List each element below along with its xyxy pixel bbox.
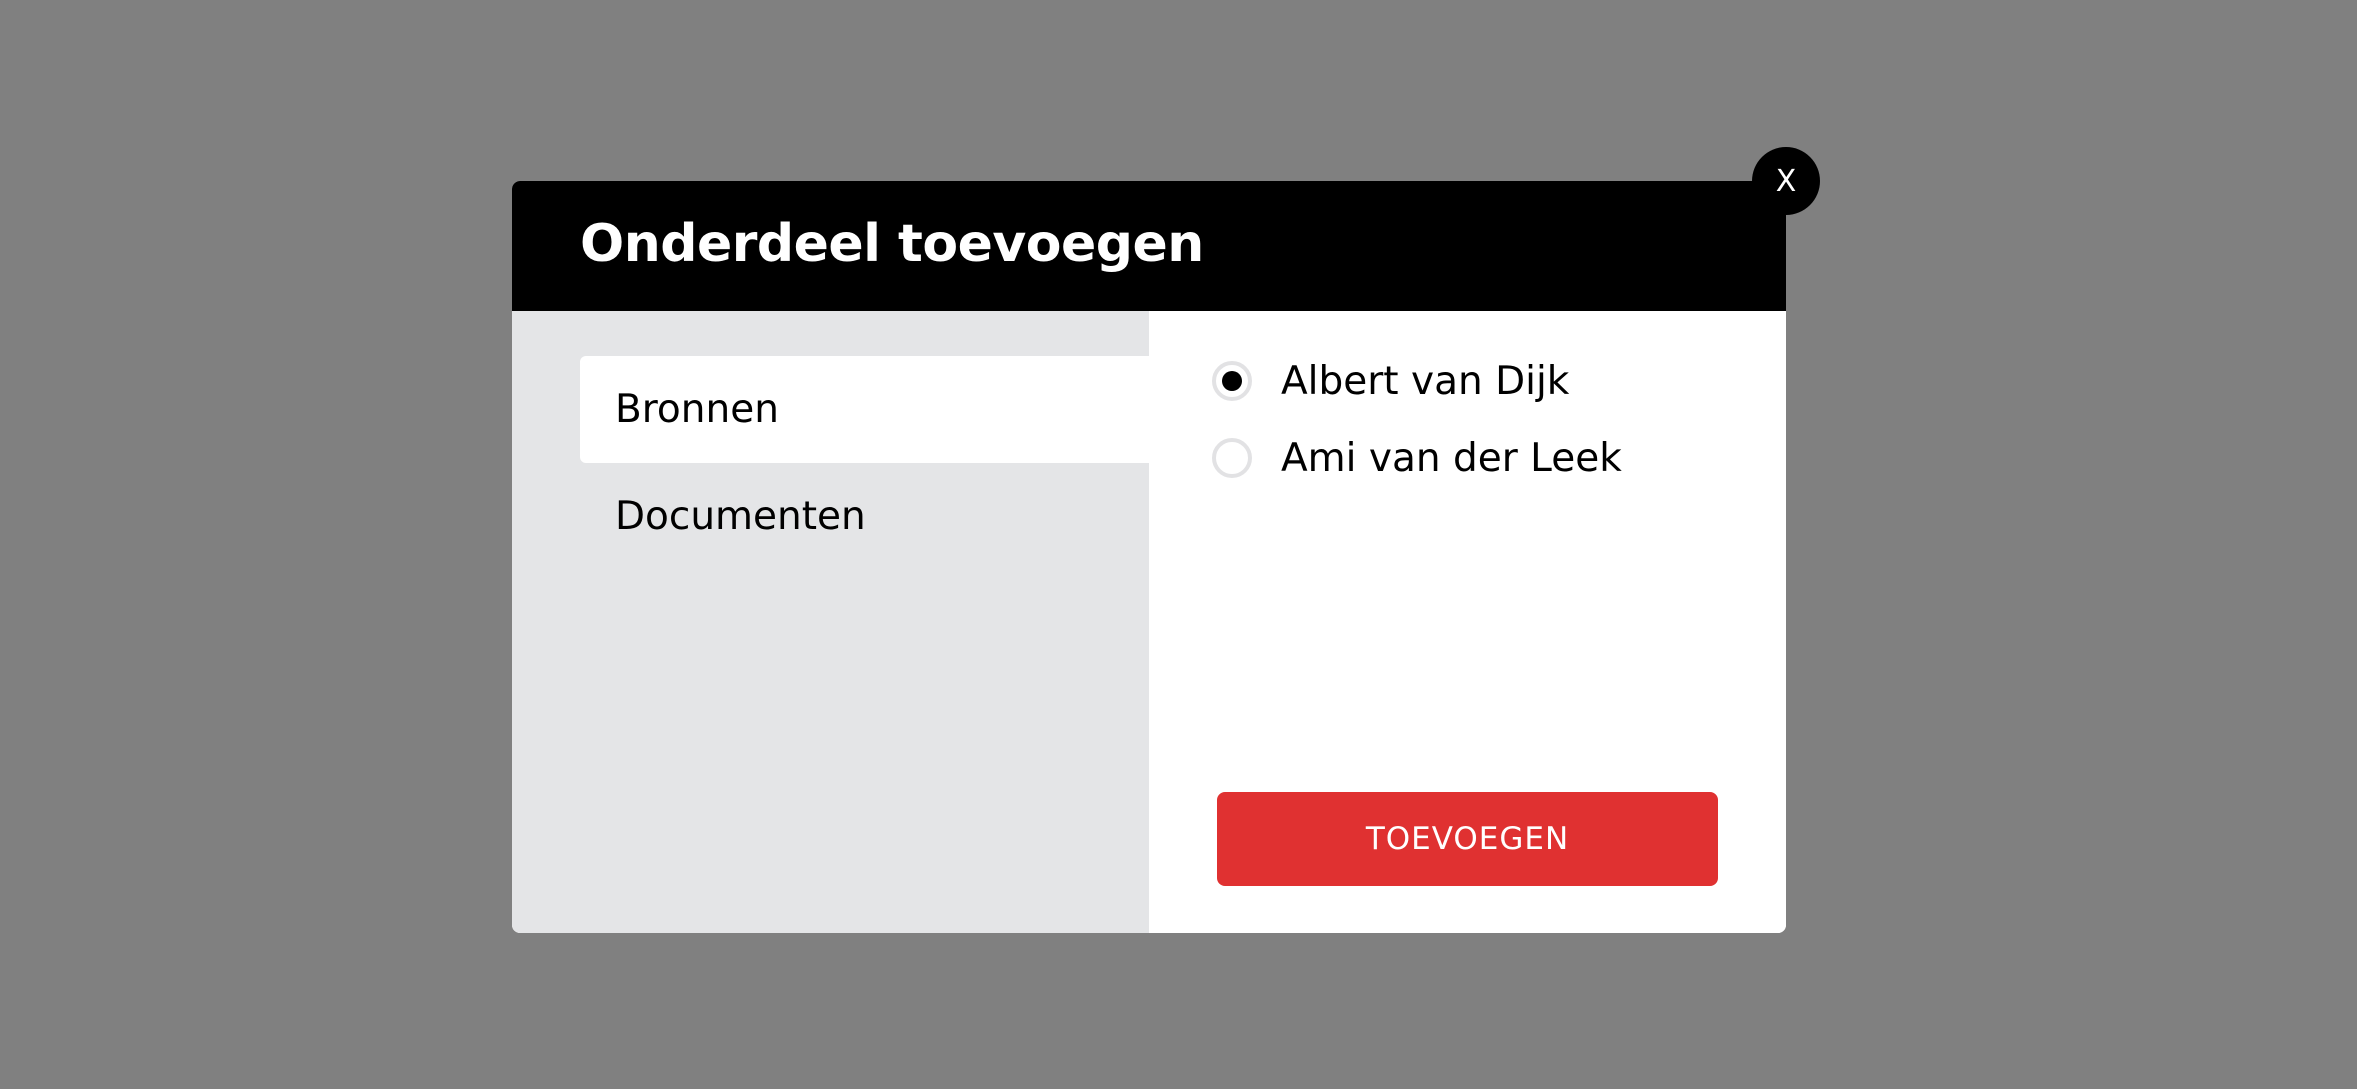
option-label: Albert van Dijk [1281, 358, 1570, 404]
category-label: Bronnen [615, 387, 779, 432]
category-item-documenten[interactable]: Documenten [580, 463, 1149, 570]
add-button[interactable]: TOEVOEGEN [1217, 792, 1718, 886]
add-component-dialog: Onderdeel toevoegen Bronnen Documenten A… [512, 181, 1786, 933]
category-item-bronnen[interactable]: Bronnen [580, 356, 1149, 463]
option-albert-van-dijk[interactable]: Albert van Dijk [1212, 356, 1569, 406]
dialog-title: Onderdeel toevoegen [580, 214, 1204, 274]
radio-button[interactable] [1212, 438, 1252, 478]
radio-button-checked[interactable] [1212, 361, 1252, 401]
category-label: Documenten [615, 494, 866, 539]
close-icon: X [1775, 163, 1797, 199]
option-label: Ami van der Leek [1281, 435, 1622, 481]
category-list: Bronnen Documenten [512, 311, 1149, 933]
close-button[interactable]: X [1752, 147, 1820, 215]
option-ami-van-der-leek[interactable]: Ami van der Leek [1212, 433, 1622, 483]
option-list: Albert van Dijk Ami van der Leek TOEVOEG… [1149, 311, 1786, 933]
dialog-header: Onderdeel toevoegen [512, 181, 1786, 311]
